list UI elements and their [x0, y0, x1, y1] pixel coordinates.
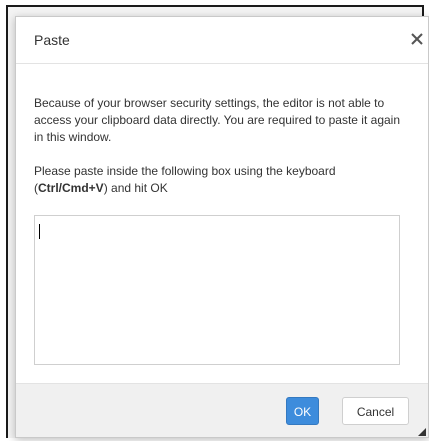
ok-button[interactable]: OK	[286, 397, 319, 425]
cancel-button[interactable]: Cancel	[342, 397, 409, 425]
security-message: Because of your browser security setting…	[34, 96, 400, 144]
instructions-text-after: ) and hit OK	[103, 181, 168, 195]
dialog-footer: OK Cancel	[16, 383, 428, 437]
close-icon[interactable]	[406, 27, 428, 51]
dialog-titlebar: Paste	[16, 17, 428, 64]
text-cursor	[39, 224, 40, 239]
resize-grip-icon[interactable]	[418, 423, 426, 436]
paste-textarea[interactable]	[34, 215, 400, 365]
paste-dialog: Paste Because of your browser security s…	[15, 16, 429, 438]
dialog-title: Paste	[34, 32, 70, 48]
paste-instructions: Please paste inside the following box us…	[34, 163, 406, 197]
keyboard-shortcut: Ctrl/Cmd+V	[38, 181, 104, 195]
